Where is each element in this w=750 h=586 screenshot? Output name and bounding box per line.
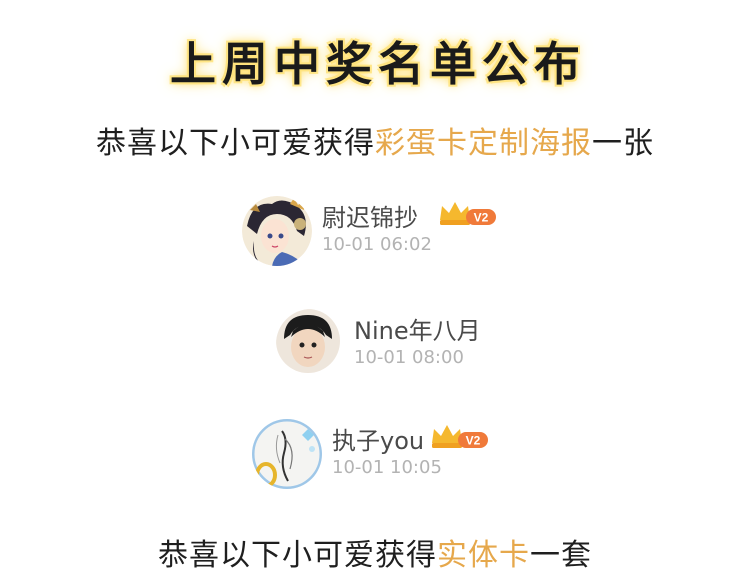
winner-name: 尉迟锦抄 [322, 204, 418, 232]
avatar[interactable] [276, 309, 346, 379]
vip-badge-icon: V2 [440, 202, 496, 225]
avatar[interactable] [252, 419, 322, 489]
winner-time: 10-01 10:05 [332, 457, 442, 478]
vip-badge-icon: V2 [432, 425, 488, 448]
prize-1-prefix: 恭喜以下小可爱获得 [96, 126, 375, 161]
winner-name: Nine年八月 [354, 317, 481, 345]
prize-1-suffix: 一张 [592, 126, 654, 161]
svg-text:V2: V2 [474, 211, 489, 225]
avatar-anime-icon [242, 196, 312, 266]
svg-text:V2: V2 [466, 434, 481, 448]
prize-2-highlight: 实体卡 [437, 538, 530, 573]
crown-icon [440, 202, 470, 220]
avatar[interactable] [242, 196, 312, 266]
winner-entry: 执子you V2 10-01 10:05 [252, 419, 502, 489]
prize-announcement-1: 恭喜以下小可爱获得彩蛋卡定制海报一张 [0, 118, 750, 162]
crown-icon [432, 425, 462, 443]
prize-2-prefix: 恭喜以下小可爱获得 [158, 538, 437, 573]
avatar-boy-icon [276, 309, 340, 373]
page-title: 上周中奖名单公布 [0, 26, 750, 94]
avatar-ink-icon [252, 419, 322, 489]
winner-entry: 尉迟锦抄 V2 10-01 06:02 [242, 196, 512, 266]
prize-2-suffix: 一套 [530, 538, 592, 573]
winner-time: 10-01 06:02 [322, 234, 432, 255]
title-text: 上周中奖名单公布 [170, 37, 586, 91]
winner-entry: Nine年八月 10-01 08:00 [276, 309, 506, 379]
winner-name: 执子you [332, 427, 425, 455]
prize-announcement-2: 恭喜以下小可爱获得实体卡一套 [0, 530, 750, 574]
prize-1-highlight: 彩蛋卡定制海报 [375, 126, 592, 161]
winner-time: 10-01 08:00 [354, 347, 464, 368]
